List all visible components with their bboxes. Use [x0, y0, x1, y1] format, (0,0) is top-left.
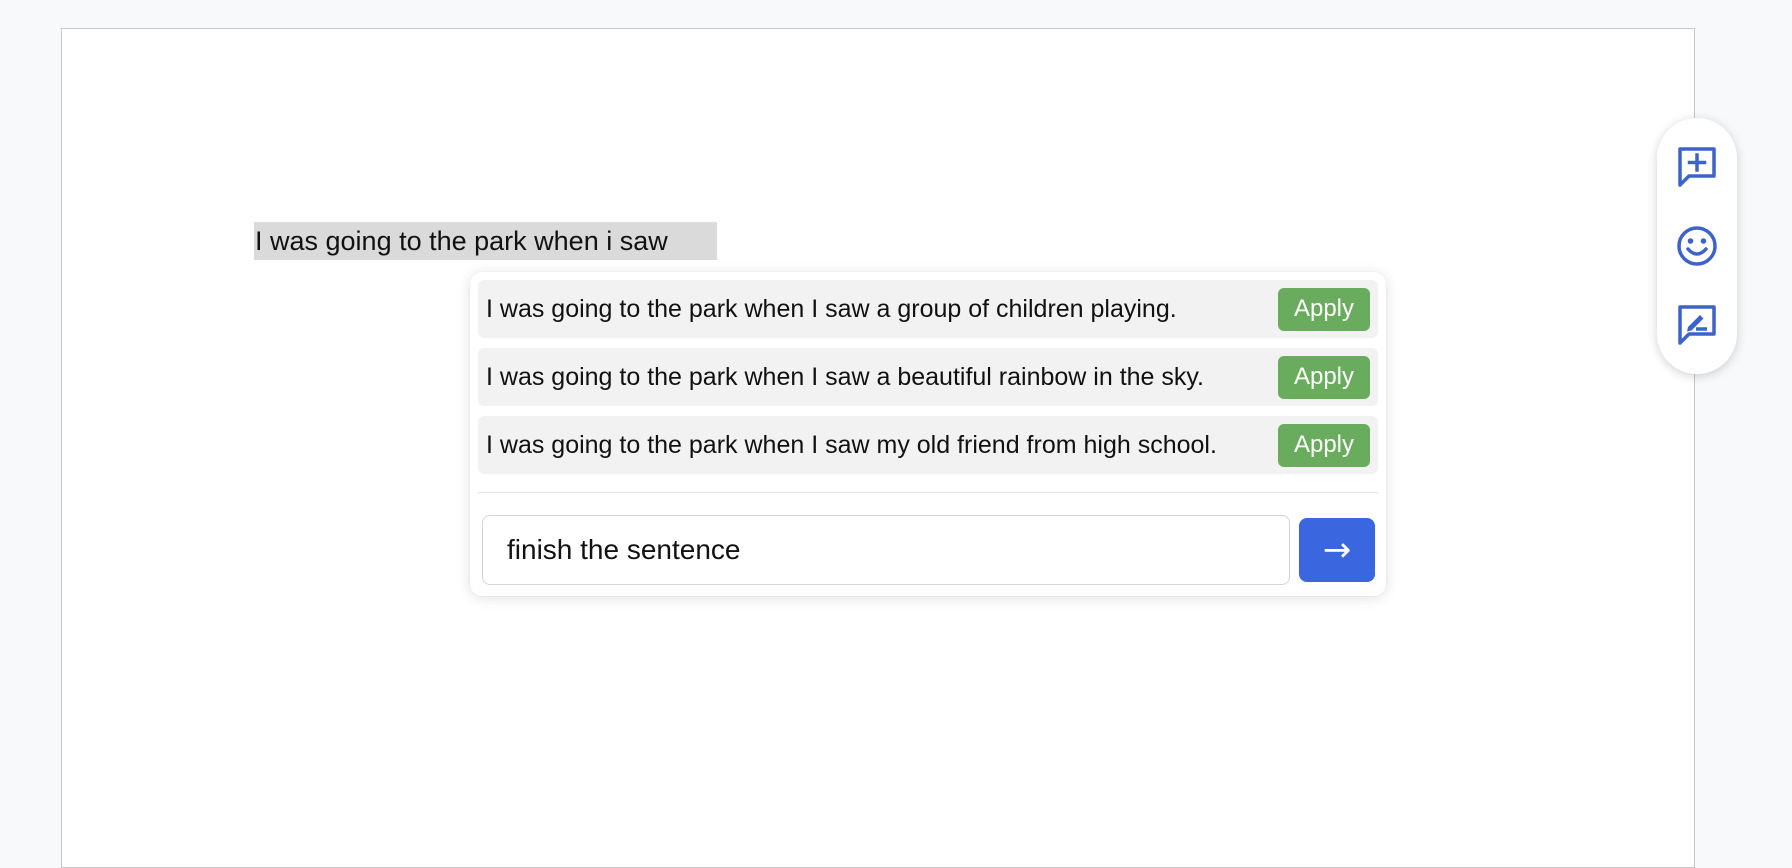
- suggest-edit-icon[interactable]: [1676, 304, 1718, 346]
- suggestion-text: I was going to the park when I saw a gro…: [486, 294, 1177, 323]
- send-button[interactable]: →: [1299, 518, 1375, 582]
- suggestion-text: I was going to the park when I saw a bea…: [486, 362, 1204, 391]
- suggestion-item: I was going to the park when I saw my ol…: [478, 416, 1378, 474]
- suggestion-item: I was going to the park when I saw a gro…: [478, 280, 1378, 338]
- apply-button[interactable]: Apply: [1278, 287, 1370, 331]
- suggestion-item: I was going to the park when I saw a bea…: [478, 348, 1378, 406]
- prompt-input-value: finish the sentence: [507, 534, 741, 565]
- suggestion-panel: I was going to the park when I saw a gro…: [470, 272, 1386, 596]
- suggestion-text: I was going to the park when I saw my ol…: [486, 430, 1217, 459]
- prompt-input[interactable]: finish the sentence: [482, 515, 1290, 585]
- apply-button[interactable]: Apply: [1278, 423, 1370, 467]
- add-comment-icon[interactable]: [1676, 146, 1718, 188]
- selected-text[interactable]: I was going to the park when i saw: [254, 222, 717, 260]
- side-toolbar: [1657, 118, 1737, 374]
- apply-button[interactable]: Apply: [1278, 355, 1370, 399]
- divider: [478, 492, 1378, 493]
- arrow-right-icon: →: [1322, 530, 1352, 570]
- emoji-icon[interactable]: [1676, 225, 1718, 267]
